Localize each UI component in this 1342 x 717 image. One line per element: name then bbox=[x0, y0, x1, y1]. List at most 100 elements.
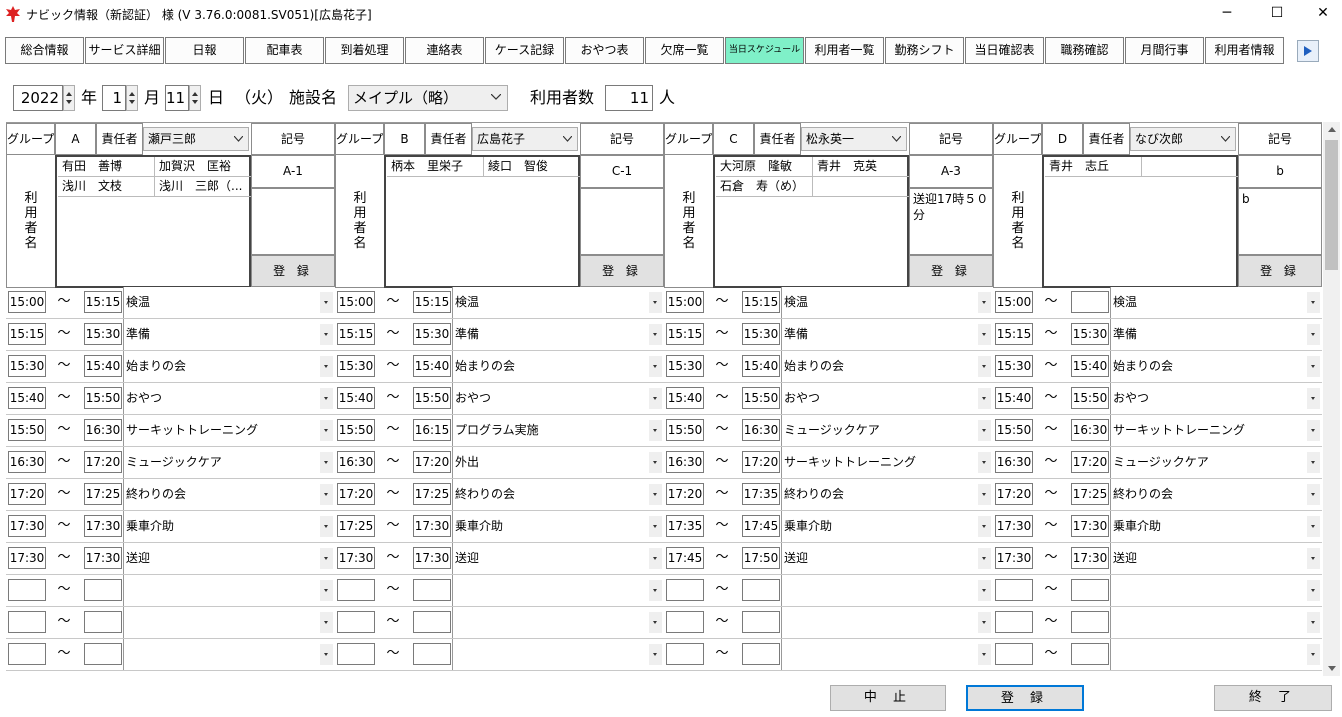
member-item[interactable]: 浅川 三郎（... bbox=[155, 177, 252, 197]
activity-select[interactable] bbox=[1110, 607, 1320, 638]
start-time-input[interactable]: 16:30 bbox=[995, 451, 1033, 473]
start-time-input[interactable]: 15:40 bbox=[8, 387, 46, 409]
dropdown-arrow-icon[interactable] bbox=[978, 356, 991, 377]
start-time-input[interactable]: 15:50 bbox=[995, 419, 1033, 441]
activity-select[interactable]: おやつ bbox=[781, 383, 991, 414]
dropdown-arrow-icon[interactable] bbox=[1307, 580, 1320, 601]
activity-select[interactable]: ミュージックケア bbox=[123, 447, 333, 478]
start-time-input[interactable]: 15:40 bbox=[337, 387, 375, 409]
end-time-input[interactable]: 16:30 bbox=[1071, 419, 1109, 441]
start-time-input[interactable]: 15:00 bbox=[337, 291, 375, 313]
end-time-input[interactable]: 17:30 bbox=[1071, 515, 1109, 537]
tab-10[interactable]: 利用者一覧 bbox=[805, 37, 884, 64]
dropdown-arrow-icon[interactable] bbox=[320, 356, 333, 377]
memo-field[interactable] bbox=[580, 188, 664, 255]
start-time-input[interactable]: 16:30 bbox=[337, 451, 375, 473]
member-item[interactable]: 大河原 隆敏 bbox=[716, 157, 813, 177]
dropdown-arrow-icon[interactable] bbox=[649, 516, 662, 537]
end-time-input[interactable] bbox=[413, 611, 451, 633]
end-time-input[interactable] bbox=[742, 643, 780, 665]
start-time-input[interactable]: 15:40 bbox=[995, 387, 1033, 409]
tab-0[interactable]: 総合情報 bbox=[5, 37, 84, 64]
dropdown-arrow-icon[interactable] bbox=[649, 484, 662, 505]
register-button[interactable]: 登 録 bbox=[966, 685, 1084, 711]
dropdown-arrow-icon[interactable] bbox=[1307, 420, 1320, 441]
activity-select[interactable]: 送迎 bbox=[123, 543, 333, 574]
dropdown-arrow-icon[interactable] bbox=[978, 420, 991, 441]
dropdown-arrow-icon[interactable] bbox=[320, 644, 333, 665]
start-time-input[interactable]: 15:15 bbox=[8, 323, 46, 345]
dropdown-arrow-icon[interactable] bbox=[1307, 324, 1320, 345]
vertical-scrollbar[interactable] bbox=[1323, 122, 1340, 676]
dropdown-arrow-icon[interactable] bbox=[1307, 644, 1320, 665]
dropdown-arrow-icon[interactable] bbox=[320, 580, 333, 601]
manager-select[interactable]: 瀬戸三郎 bbox=[143, 127, 249, 151]
scroll-up-icon[interactable] bbox=[1328, 127, 1336, 132]
start-time-input[interactable]: 15:50 bbox=[8, 419, 46, 441]
start-time-input[interactable] bbox=[337, 643, 375, 665]
dropdown-arrow-icon[interactable] bbox=[320, 388, 333, 409]
group-register-button[interactable]: 登 録 bbox=[251, 255, 335, 287]
tab-3[interactable]: 配車表 bbox=[245, 37, 324, 64]
start-time-input[interactable] bbox=[8, 611, 46, 633]
activity-select[interactable]: 検温 bbox=[781, 287, 991, 318]
end-time-input[interactable] bbox=[1071, 643, 1109, 665]
end-time-input[interactable] bbox=[84, 643, 122, 665]
end-time-input[interactable]: 17:20 bbox=[413, 451, 451, 473]
dropdown-arrow-icon[interactable] bbox=[978, 580, 991, 601]
end-time-input[interactable]: 17:30 bbox=[1071, 547, 1109, 569]
end-time-input[interactable]: 15:40 bbox=[742, 355, 780, 377]
activity-select[interactable]: 終わりの会 bbox=[452, 479, 662, 510]
minimize-button[interactable]: ─ bbox=[1204, 0, 1250, 28]
group-register-button[interactable]: 登 録 bbox=[580, 255, 664, 287]
start-time-input[interactable] bbox=[666, 579, 704, 601]
end-time-input[interactable] bbox=[742, 611, 780, 633]
users-count-input[interactable]: 11 bbox=[605, 85, 653, 111]
start-time-input[interactable]: 17:20 bbox=[666, 483, 704, 505]
close-button[interactable]: ✕ bbox=[1300, 0, 1342, 28]
end-time-input[interactable]: 16:30 bbox=[84, 419, 122, 441]
activity-select[interactable]: 始まりの会 bbox=[781, 351, 991, 382]
member-item[interactable]: 青井 志丘 bbox=[1045, 157, 1142, 177]
end-time-input[interactable] bbox=[742, 579, 780, 601]
dropdown-arrow-icon[interactable] bbox=[649, 292, 662, 313]
activity-select[interactable]: 検温 bbox=[1110, 287, 1320, 318]
tab-15[interactable]: 利用者情報 bbox=[1205, 37, 1284, 64]
start-time-input[interactable] bbox=[995, 611, 1033, 633]
activity-select[interactable] bbox=[123, 575, 333, 606]
start-time-input[interactable]: 17:20 bbox=[337, 483, 375, 505]
dropdown-arrow-icon[interactable] bbox=[649, 580, 662, 601]
start-time-input[interactable]: 17:30 bbox=[995, 547, 1033, 569]
start-time-input[interactable]: 17:25 bbox=[337, 515, 375, 537]
end-time-input[interactable]: 17:25 bbox=[1071, 483, 1109, 505]
tab-2[interactable]: 日報 bbox=[165, 37, 244, 64]
exit-button[interactable]: 終 了 bbox=[1214, 685, 1332, 711]
end-time-input[interactable] bbox=[1071, 291, 1109, 313]
activity-select[interactable]: 乗車介助 bbox=[123, 511, 333, 542]
activity-select[interactable]: ミュージックケア bbox=[1110, 447, 1320, 478]
end-time-input[interactable] bbox=[1071, 611, 1109, 633]
dropdown-arrow-icon[interactable] bbox=[649, 324, 662, 345]
end-time-input[interactable]: 17:30 bbox=[84, 515, 122, 537]
end-time-input[interactable]: 15:40 bbox=[1071, 355, 1109, 377]
end-time-input[interactable]: 17:50 bbox=[742, 547, 780, 569]
dropdown-arrow-icon[interactable] bbox=[1307, 292, 1320, 313]
manager-select[interactable]: 松永英一 bbox=[801, 127, 907, 151]
activity-select[interactable]: 外出 bbox=[452, 447, 662, 478]
activity-select[interactable]: 検温 bbox=[452, 287, 662, 318]
end-time-input[interactable]: 15:50 bbox=[742, 387, 780, 409]
dropdown-arrow-icon[interactable] bbox=[320, 420, 333, 441]
end-time-input[interactable]: 17:20 bbox=[1071, 451, 1109, 473]
dropdown-arrow-icon[interactable] bbox=[978, 516, 991, 537]
dropdown-arrow-icon[interactable] bbox=[649, 356, 662, 377]
start-time-input[interactable]: 16:30 bbox=[8, 451, 46, 473]
dropdown-arrow-icon[interactable] bbox=[649, 420, 662, 441]
activity-select[interactable]: おやつ bbox=[452, 383, 662, 414]
end-time-input[interactable]: 15:40 bbox=[84, 355, 122, 377]
end-time-input[interactable]: 17:30 bbox=[413, 515, 451, 537]
scroll-thumb[interactable] bbox=[1325, 140, 1338, 270]
member-item[interactable]: 有田 善博 bbox=[58, 157, 155, 177]
start-time-input[interactable]: 17:20 bbox=[995, 483, 1033, 505]
member-item[interactable]: 加賀沢 匡裕 bbox=[155, 157, 252, 177]
start-time-input[interactable]: 15:15 bbox=[666, 323, 704, 345]
